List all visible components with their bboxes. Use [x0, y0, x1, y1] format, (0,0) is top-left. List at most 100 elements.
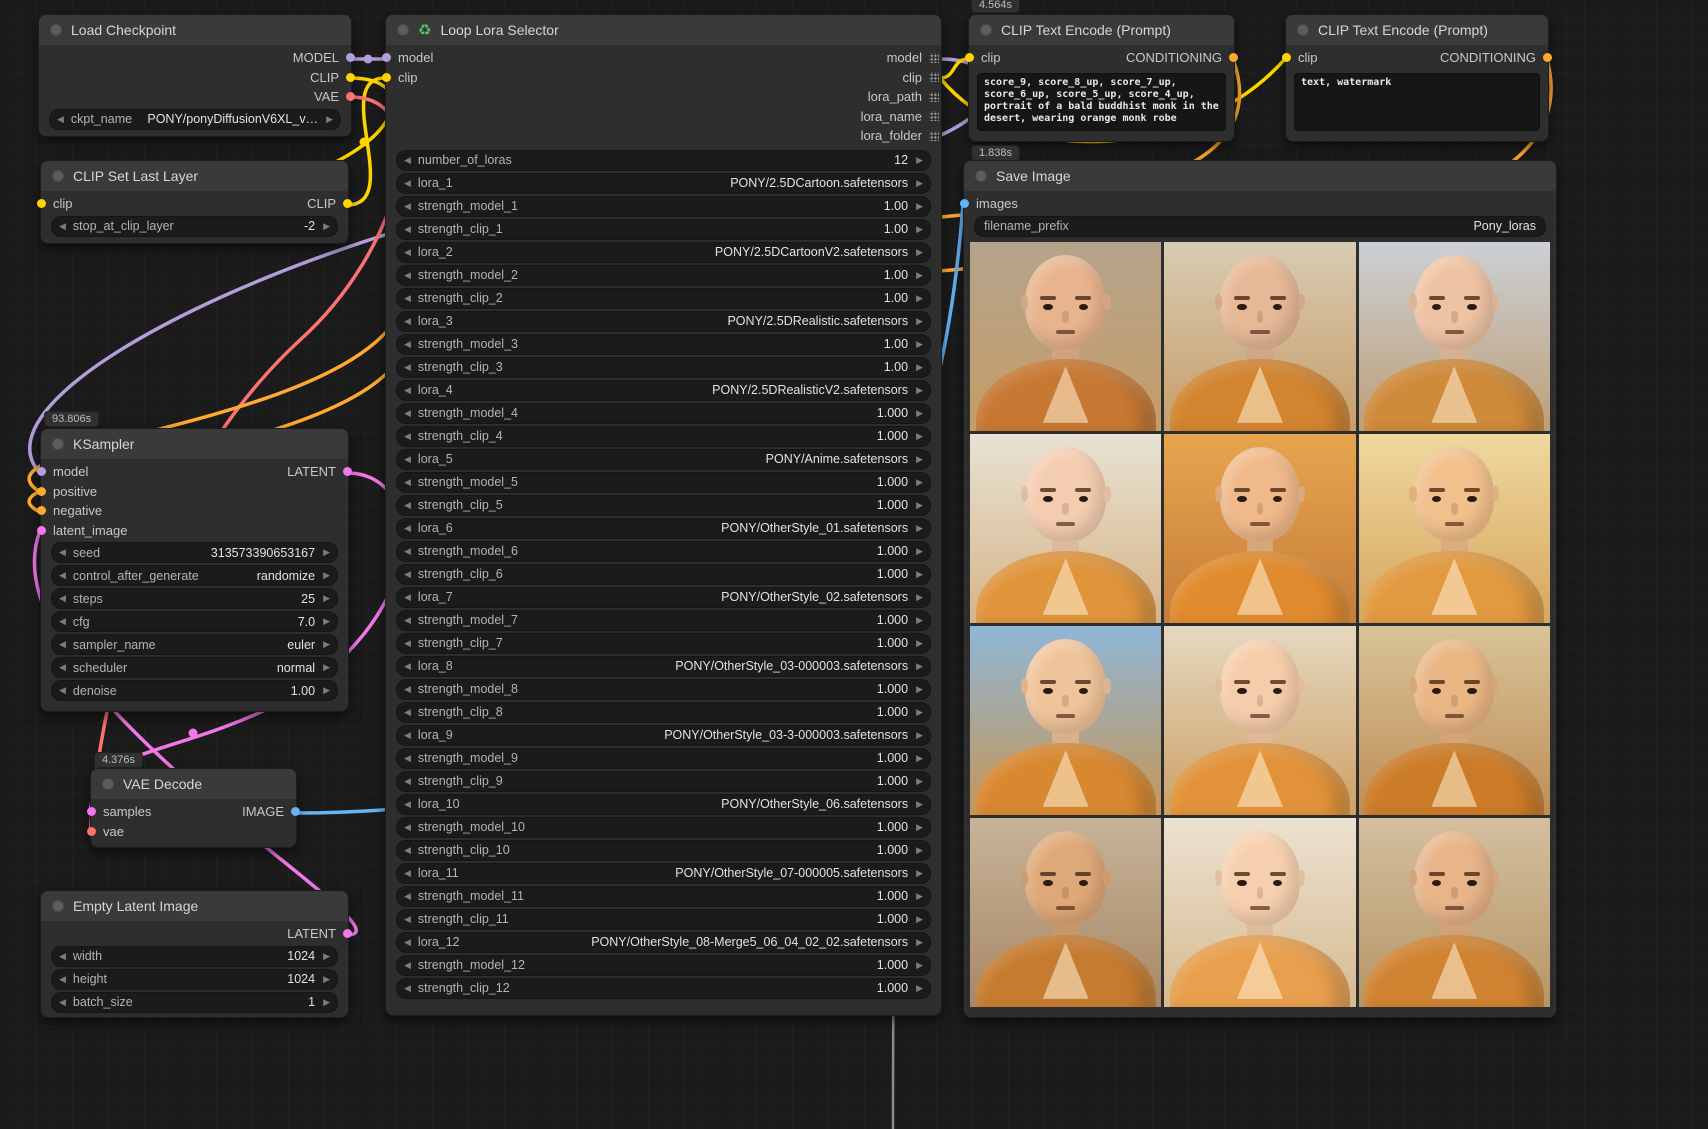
generated-image[interactable]	[970, 242, 1161, 431]
increment-arrow[interactable]: ▶	[916, 592, 923, 603]
combo-widget[interactable]: ◀ lora_4 PONY/2.5DRealisticV2.safetensor…	[396, 380, 931, 401]
input-positive[interactable]: positive	[37, 482, 127, 502]
node-header[interactable]: CLIP Set Last Layer	[41, 161, 348, 191]
output-lora-path[interactable]: lora_path	[868, 87, 945, 107]
output-latent[interactable]: LATENT	[287, 462, 352, 482]
collapse-dot[interactable]	[52, 438, 64, 450]
output-model[interactable]: model	[887, 48, 945, 68]
increment-arrow[interactable]: ▶	[323, 997, 330, 1008]
ckpt-name-widget[interactable]: ◀ ckpt_name PONY/ponyDiffusionV6XL_v… ▶	[49, 109, 341, 130]
input-clip[interactable]: clip	[965, 48, 1001, 68]
node-loop-lora-selector[interactable]: ♻ Loop Lora Selector model clip model	[385, 14, 942, 1016]
decrement-arrow[interactable]: ◀	[404, 201, 411, 212]
node-clip-text-encode-negative[interactable]: CLIP Text Encode (Prompt) clip CONDITION…	[1285, 14, 1549, 142]
decrement-arrow[interactable]: ◀	[404, 822, 411, 833]
node-header[interactable]: Load Checkpoint	[39, 15, 351, 45]
increment-arrow[interactable]: ▶	[916, 960, 923, 971]
output-clip[interactable]: CLIP	[307, 194, 352, 214]
increment-arrow[interactable]: ▶	[323, 221, 330, 232]
decrement-arrow[interactable]: ◀	[59, 685, 66, 696]
decrement-arrow[interactable]: ◀	[59, 974, 66, 985]
decrement-arrow[interactable]: ◀	[404, 937, 411, 948]
decrement-arrow[interactable]: ◀	[404, 914, 411, 925]
increment-arrow[interactable]: ▶	[323, 639, 330, 650]
decrement-arrow[interactable]: ◀	[404, 454, 411, 465]
combo-widget[interactable]: ◀ strength_clip_11 1.000 ▶	[396, 909, 931, 930]
input-clip[interactable]: clip	[37, 194, 73, 214]
combo-widget[interactable]: ◀ strength_model_1 1.00 ▶	[396, 196, 931, 217]
combo-widget[interactable]: ◀ strength_model_6 1.000 ▶	[396, 541, 931, 562]
combo-widget[interactable]: ◀ strength_clip_4 1.000 ▶	[396, 426, 931, 447]
node-vae-decode[interactable]: VAE Decode samples vae IMAGE	[90, 768, 297, 848]
combo-widget[interactable]: ◀ batch_size 1 ▶	[51, 992, 338, 1013]
collapse-dot[interactable]	[397, 24, 409, 36]
decrement-arrow[interactable]: ◀	[404, 293, 411, 304]
combo-widget[interactable]: ◀ scheduler normal ▶	[51, 657, 338, 678]
combo-widget[interactable]: ◀ strength_model_5 1.000 ▶	[396, 472, 931, 493]
generated-image[interactable]	[970, 818, 1161, 1007]
decrement-arrow[interactable]: ◀	[59, 593, 66, 604]
increment-arrow[interactable]: ▶	[916, 385, 923, 396]
combo-widget[interactable]: ◀ strength_model_11 1.000 ▶	[396, 886, 931, 907]
decrement-arrow[interactable]: ◀	[404, 776, 411, 787]
combo-widget[interactable]: ◀ strength_model_3 1.00 ▶	[396, 334, 931, 355]
combo-widget[interactable]: ◀ lora_10 PONY/OtherStyle_06.safetensors…	[396, 794, 931, 815]
node-header[interactable]: ♻ Loop Lora Selector	[386, 15, 941, 45]
increment-arrow[interactable]: ▶	[916, 569, 923, 580]
decrement-arrow[interactable]: ◀	[404, 799, 411, 810]
combo-widget[interactable]: ◀ lora_7 PONY/OtherStyle_02.safetensors …	[396, 587, 931, 608]
decrement-arrow[interactable]: ◀	[404, 408, 411, 419]
increment-arrow[interactable]: ▶	[916, 638, 923, 649]
increment-arrow[interactable]: ▶	[916, 155, 923, 166]
input-model[interactable]: model	[382, 48, 433, 68]
increment-arrow[interactable]: ▶	[916, 523, 923, 534]
node-clip-set-last-layer[interactable]: CLIP Set Last Layer clip CLIP ◀ stop_at_…	[40, 160, 349, 244]
increment-arrow[interactable]: ▶	[916, 270, 923, 281]
combo-widget[interactable]: ◀ control_after_generate randomize ▶	[51, 565, 338, 586]
decrement-arrow[interactable]: ◀	[404, 569, 411, 580]
increment-arrow[interactable]: ▶	[916, 178, 923, 189]
decrement-arrow[interactable]: ◀	[404, 707, 411, 718]
decrement-arrow[interactable]: ◀	[57, 114, 64, 125]
combo-widget[interactable]: ◀ lora_12 PONY/OtherStyle_08-Merge5_06_0…	[396, 932, 931, 953]
increment-arrow[interactable]: ▶	[323, 951, 330, 962]
increment-arrow[interactable]: ▶	[916, 454, 923, 465]
output-conditioning[interactable]: CONDITIONING	[1126, 48, 1238, 68]
increment-arrow[interactable]: ▶	[916, 753, 923, 764]
increment-arrow[interactable]: ▶	[916, 868, 923, 879]
combo-widget[interactable]: ◀ strength_clip_10 1.000 ▶	[396, 840, 931, 861]
decrement-arrow[interactable]: ◀	[404, 592, 411, 603]
combo-widget[interactable]: ◀ strength_model_2 1.00 ▶	[396, 265, 931, 286]
increment-arrow[interactable]: ▶	[916, 937, 923, 948]
generated-image[interactable]	[970, 434, 1161, 623]
combo-widget[interactable]: ◀ strength_model_4 1.000 ▶	[396, 403, 931, 424]
increment-arrow[interactable]: ▶	[916, 247, 923, 258]
increment-arrow[interactable]: ▶	[323, 616, 330, 627]
output-model[interactable]: MODEL	[293, 48, 355, 68]
decrement-arrow[interactable]: ◀	[404, 385, 411, 396]
generated-image[interactable]	[1359, 818, 1550, 1007]
input-negative[interactable]: negative	[37, 501, 127, 521]
combo-widget[interactable]: ◀ seed 313573390653167 ▶	[51, 542, 338, 563]
combo-widget[interactable]: ◀ height 1024 ▶	[51, 969, 338, 990]
decrement-arrow[interactable]: ◀	[404, 316, 411, 327]
increment-arrow[interactable]: ▶	[916, 431, 923, 442]
decrement-arrow[interactable]: ◀	[59, 570, 66, 581]
decrement-arrow[interactable]: ◀	[404, 661, 411, 672]
collapse-dot[interactable]	[975, 170, 987, 182]
increment-arrow[interactable]: ▶	[326, 114, 333, 125]
output-conditioning[interactable]: CONDITIONING	[1440, 48, 1552, 68]
increment-arrow[interactable]: ▶	[916, 914, 923, 925]
combo-widget[interactable]: ◀ strength_model_9 1.000 ▶	[396, 748, 931, 769]
increment-arrow[interactable]: ▶	[323, 662, 330, 673]
combo-widget[interactable]: ◀ strength_clip_2 1.00 ▶	[396, 288, 931, 309]
decrement-arrow[interactable]: ◀	[404, 523, 411, 534]
decrement-arrow[interactable]: ◀	[404, 155, 411, 166]
node-header[interactable]: CLIP Text Encode (Prompt)	[969, 15, 1234, 45]
increment-arrow[interactable]: ▶	[916, 983, 923, 994]
input-model[interactable]: model	[37, 462, 127, 482]
increment-arrow[interactable]: ▶	[323, 593, 330, 604]
decrement-arrow[interactable]: ◀	[59, 951, 66, 962]
combo-widget[interactable]: ◀ number_of_loras 12 ▶	[396, 150, 931, 171]
input-vae[interactable]: vae	[87, 822, 151, 842]
